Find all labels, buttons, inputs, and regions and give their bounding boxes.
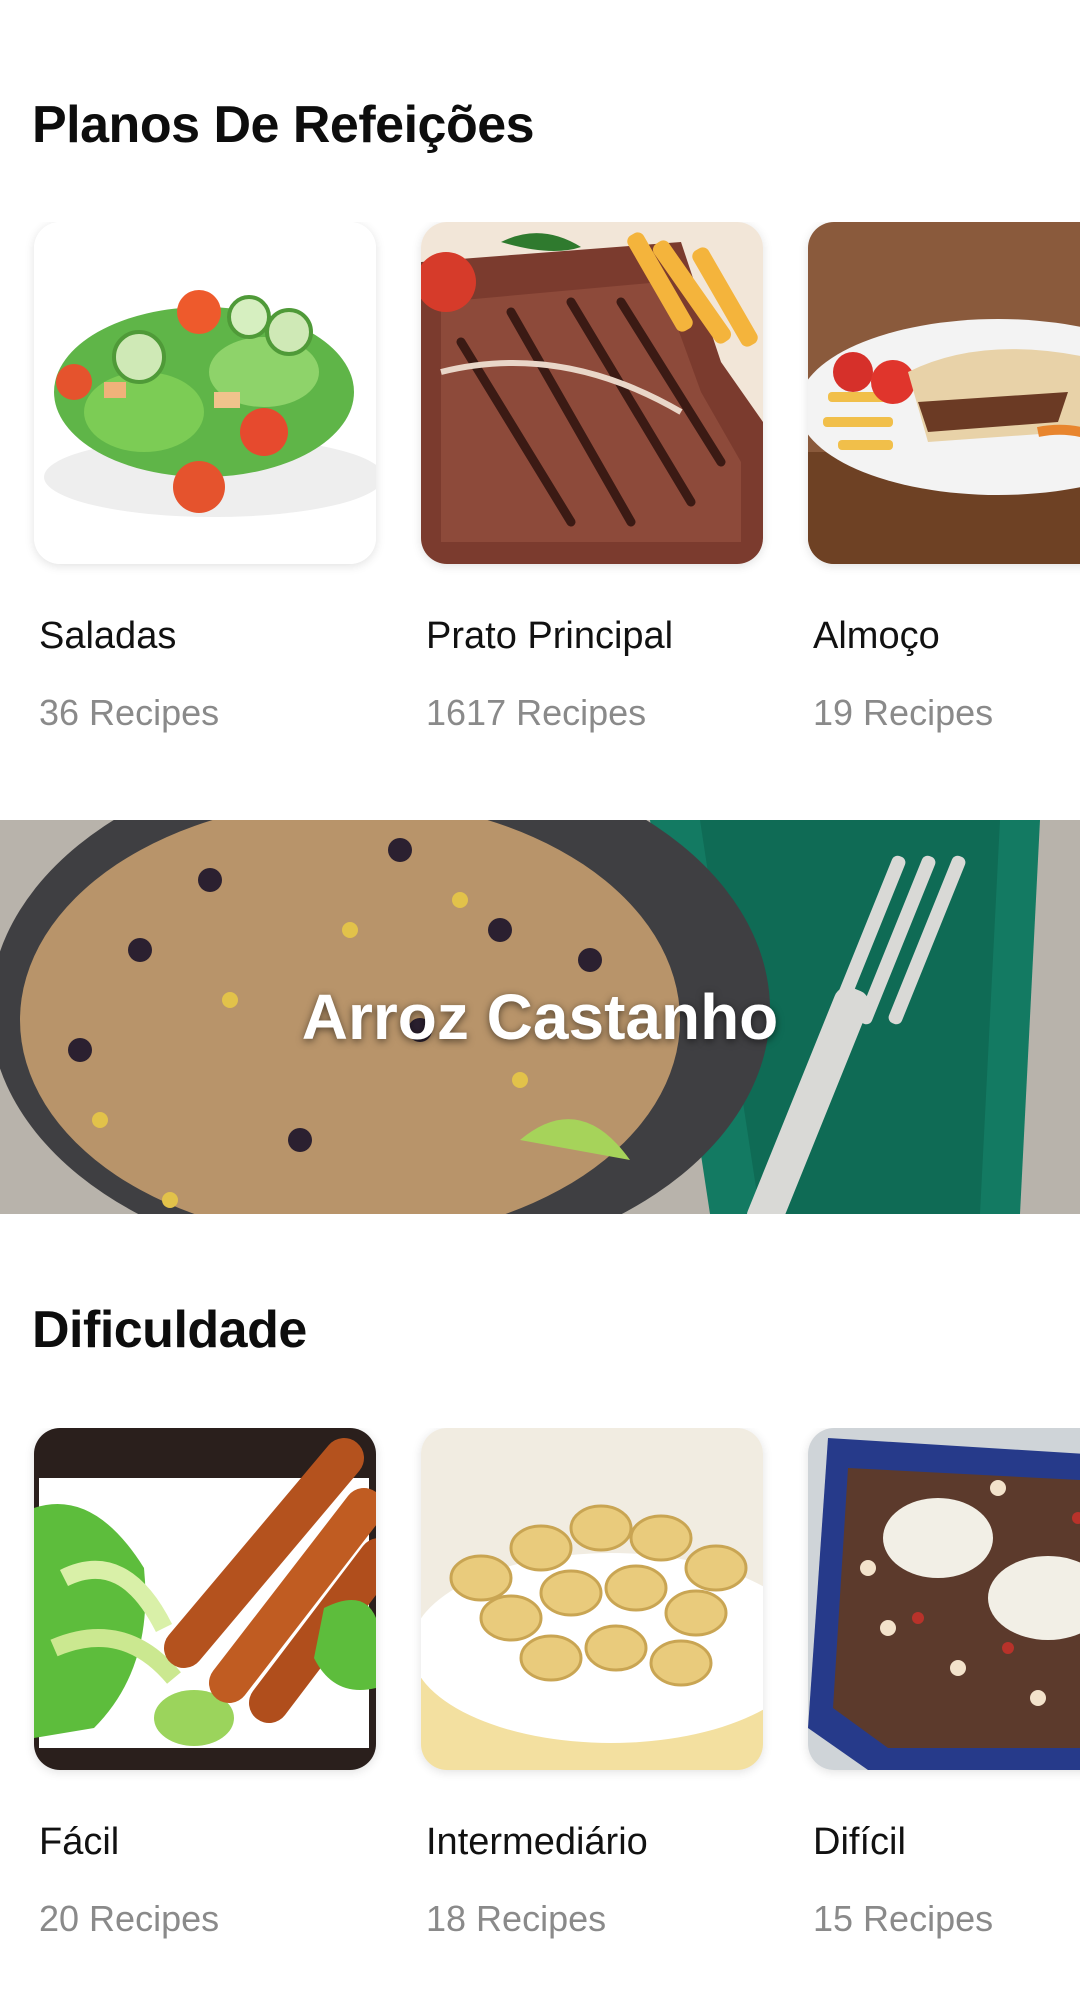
steak-image <box>421 222 763 564</box>
meal-plans-carousel[interactable]: Saladas 36 Recipes Prato Principal 1617 … <box>0 222 1080 782</box>
baked-dish-image <box>808 1428 1080 1770</box>
difficulty-title: Dificuldade <box>32 1301 307 1359</box>
featured-recipe-banner[interactable]: Arroz Castanho <box>0 820 1080 1214</box>
recipe-count: 36 Recipes <box>39 692 220 733</box>
lunch-wrap-image <box>808 222 1080 564</box>
featured-recipe-title: Arroz Castanho <box>301 981 779 1053</box>
difficulty-name: Intermediário <box>426 1821 648 1863</box>
meal-plans-title: Planos De Refeições <box>32 96 535 154</box>
recipe-count: 18 Recipes <box>426 1898 607 1939</box>
recipe-count: 15 Recipes <box>813 1898 994 1939</box>
difficulty-carousel[interactable]: Fácil 20 Recipes Intermediário 18 Recipe… <box>0 1428 1080 1988</box>
difficulty-name: Difícil <box>813 1821 906 1863</box>
tortellini-image <box>421 1428 763 1770</box>
recipe-count: 20 Recipes <box>39 1898 220 1939</box>
difficulty-card-facil[interactable]: Fácil 20 Recipes <box>34 1428 376 1939</box>
difficulty-card-intermediario[interactable]: Intermediário 18 Recipes <box>421 1428 763 1939</box>
meal-plan-name: Almoço <box>813 615 940 657</box>
meal-plan-card-saladas[interactable]: Saladas 36 Recipes <box>34 222 376 733</box>
difficulty-card-dificil[interactable]: Difícil 15 Recipes <box>808 1428 1080 1939</box>
recipe-count: 19 Recipes <box>813 692 994 733</box>
meal-plan-card-prato-principal[interactable]: Prato Principal 1617 Recipes <box>421 222 763 733</box>
meal-plan-card-almoco[interactable]: Almoço 19 Recipes <box>808 222 1080 733</box>
recipe-count: 1617 Recipes <box>426 692 647 733</box>
sausage-image <box>34 1428 376 1770</box>
difficulty-name: Fácil <box>39 1821 120 1863</box>
meal-plan-name: Saladas <box>39 615 177 657</box>
salad-image <box>34 222 376 564</box>
meal-plan-name: Prato Principal <box>426 615 674 657</box>
